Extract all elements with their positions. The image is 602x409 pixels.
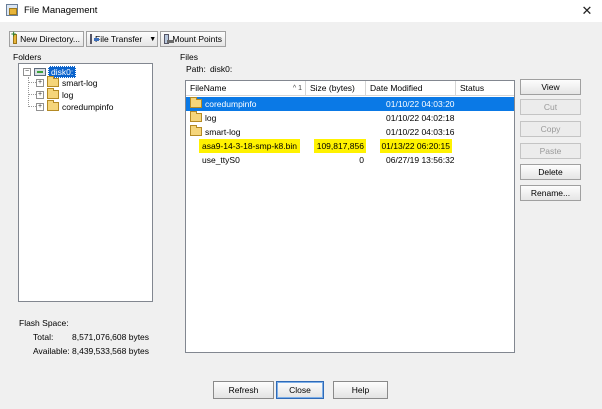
table-row[interactable]: use_ttyS0 0 06/27/19 13:56:32 bbox=[186, 153, 514, 167]
column-header-label: Status bbox=[460, 83, 485, 93]
folders-label: Folders bbox=[13, 52, 42, 62]
title-bar: File Management ✕ bbox=[0, 0, 602, 22]
help-button[interactable]: Help bbox=[333, 381, 388, 399]
new-directory-label: New Directory... bbox=[20, 34, 80, 44]
column-header-filename[interactable]: FileName ^ 1 bbox=[186, 81, 306, 96]
date-cell: 01/13/22 06:20:15 bbox=[380, 139, 452, 153]
column-header-label: Date Modified bbox=[370, 83, 423, 93]
filename-text: log bbox=[205, 113, 217, 123]
date-cell: 01/10/22 04:03:16 bbox=[386, 127, 455, 137]
size-cell bbox=[310, 111, 364, 125]
tree-line bbox=[28, 94, 36, 95]
expand-icon[interactable]: + bbox=[36, 78, 44, 87]
folder-icon bbox=[190, 125, 202, 136]
tree-line bbox=[28, 106, 36, 107]
folder-icon bbox=[190, 97, 202, 108]
expand-icon[interactable]: + bbox=[36, 90, 44, 99]
flash-available-label: Available: bbox=[33, 346, 70, 356]
column-header-status[interactable]: Status bbox=[456, 81, 514, 96]
folders-tree[interactable]: − disk0: + smart-log + log + coredumpinf… bbox=[18, 63, 153, 302]
tree-item-label: log bbox=[62, 89, 74, 100]
table-row[interactable]: log 01/10/22 04:02:18 bbox=[186, 111, 514, 125]
app-icon bbox=[6, 4, 18, 16]
file-transfer-label: File Transfer bbox=[95, 34, 143, 44]
expand-icon[interactable]: + bbox=[36, 102, 44, 111]
folder-icon bbox=[190, 111, 202, 122]
tree-item-smart-log[interactable]: + smart-log bbox=[36, 76, 98, 88]
cut-button[interactable]: Cut bbox=[520, 99, 581, 115]
date-cell: 06/27/19 13:56:32 bbox=[386, 155, 455, 165]
flash-space-label: Flash Space: bbox=[19, 318, 69, 328]
table-row[interactable]: coredumpinfo 01/10/22 04:03:20 bbox=[186, 97, 514, 111]
size-cell: 0 bbox=[359, 155, 364, 165]
filename-cell: coredumpinfo bbox=[190, 97, 257, 111]
tree-item-coredumpinfo[interactable]: + coredumpinfo bbox=[36, 100, 114, 112]
tree-item-log[interactable]: + log bbox=[36, 88, 74, 100]
column-header-label: Size (bytes) bbox=[310, 83, 355, 93]
flash-total-label: Total: bbox=[33, 332, 54, 342]
window-title: File Management bbox=[24, 5, 98, 16]
new-directory-button[interactable]: New Directory... bbox=[9, 29, 84, 47]
new-folder-icon bbox=[11, 29, 18, 44]
mount-points-button[interactable]: Mount Points bbox=[160, 31, 226, 47]
filename-text: coredumpinfo bbox=[205, 99, 257, 109]
path-label: Path: bbox=[186, 64, 206, 74]
size-cell bbox=[310, 125, 364, 139]
filename-cell: log bbox=[190, 111, 216, 125]
column-header-label: FileName bbox=[190, 83, 227, 93]
mount-points-label: Mount Points bbox=[172, 34, 222, 44]
refresh-button[interactable]: Refresh bbox=[213, 381, 274, 399]
file-transfer-button[interactable]: File Transfer ▼ bbox=[86, 31, 158, 47]
date-cell: 01/10/22 04:02:18 bbox=[386, 113, 455, 123]
date-cell: 01/10/22 04:03:20 bbox=[386, 99, 455, 109]
folder-icon bbox=[47, 76, 59, 87]
disk-icon bbox=[34, 67, 46, 76]
filename-text: smart-log bbox=[205, 127, 241, 137]
close-button[interactable]: Close bbox=[276, 381, 324, 399]
tree-line bbox=[28, 82, 36, 83]
files-label: Files bbox=[180, 52, 198, 62]
filename-cell: asa9-14-3-18-smp-k8.bin bbox=[199, 139, 300, 153]
folder-icon bbox=[47, 88, 59, 99]
flash-available-value: 8,439,533,568 bytes bbox=[72, 346, 150, 356]
chevron-down-icon[interactable]: ▼ bbox=[149, 36, 156, 43]
collapse-icon[interactable]: − bbox=[23, 67, 31, 76]
files-table[interactable]: FileName ^ 1 Size (bytes) Date Modified … bbox=[185, 80, 515, 353]
tree-item-label: coredumpinfo bbox=[62, 101, 114, 112]
path-value: disk0: bbox=[210, 64, 233, 74]
delete-button[interactable]: Delete bbox=[520, 164, 581, 180]
flash-total-value: 8,571,076,608 bytes bbox=[72, 332, 150, 342]
table-row[interactable]: smart-log 01/10/22 04:03:16 bbox=[186, 125, 514, 139]
filename-cell: smart-log bbox=[190, 125, 240, 139]
column-header-date-modified[interactable]: Date Modified bbox=[366, 81, 456, 96]
close-window-button[interactable]: ✕ bbox=[576, 1, 598, 21]
view-button[interactable]: View bbox=[520, 79, 581, 95]
paste-button[interactable]: Paste bbox=[520, 143, 581, 159]
tree-item-label: smart-log bbox=[62, 77, 98, 88]
column-header-size[interactable]: Size (bytes) bbox=[306, 81, 366, 96]
rename-button[interactable]: Rename... bbox=[520, 185, 581, 201]
copy-button[interactable]: Copy bbox=[520, 121, 581, 137]
table-row[interactable]: asa9-14-3-18-smp-k8.bin 109,817,856 01/1… bbox=[186, 139, 514, 153]
file-transfer-icon bbox=[90, 34, 99, 44]
size-cell bbox=[310, 97, 364, 111]
sort-ascending-icon: ^ 1 bbox=[292, 85, 302, 92]
filename-cell: use_ttyS0 bbox=[202, 155, 240, 165]
folder-icon bbox=[47, 100, 59, 111]
mount-points-icon bbox=[164, 34, 175, 44]
size-cell: 109,817,856 bbox=[314, 139, 366, 153]
